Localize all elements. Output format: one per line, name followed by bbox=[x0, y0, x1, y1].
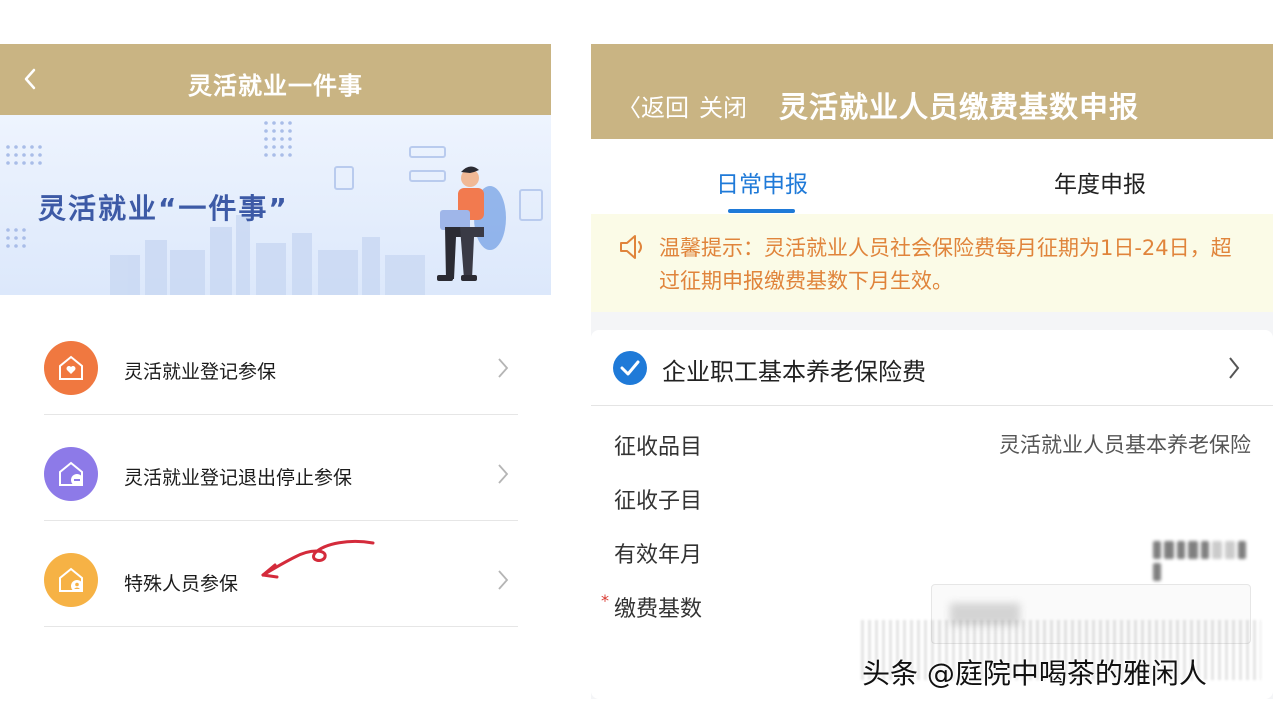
chevron-right-icon bbox=[498, 570, 509, 590]
page-title: 灵活就业一件事 bbox=[188, 72, 363, 100]
notice-banner: 温馨提示：灵活就业人员社会保险费每月征期为1日-24日，超过征期申报缴费基数下月… bbox=[591, 214, 1273, 312]
tab-bar: 日常申报 年度申报 bbox=[591, 139, 1273, 214]
speaker-icon bbox=[620, 235, 642, 259]
effective-month-value-redacted bbox=[1153, 541, 1251, 581]
tab-annual[interactable]: 年度申报 bbox=[1054, 165, 1146, 199]
house-person-icon bbox=[44, 553, 98, 607]
back-button[interactable]: 〈返回 bbox=[617, 88, 689, 123]
insurance-type-selector[interactable]: 企业职工基本养老保险费 bbox=[591, 330, 1273, 406]
screenshot-root: 灵活就业一件事 灵活就业“一件事” 灵活就业登记参保 灵活就业登记退出停止参保 … bbox=[0, 0, 1278, 709]
page-title: 灵活就业人员缴费基数申报 bbox=[779, 90, 1140, 124]
field-value-collection-item: 灵活就业人员基本养老保险 bbox=[999, 433, 1251, 457]
chevron-right-icon bbox=[498, 464, 509, 484]
field-label-collection-subitem: 征收子目 bbox=[614, 489, 703, 514]
house-heart-icon bbox=[44, 341, 98, 395]
close-button[interactable]: 关闭 bbox=[699, 88, 747, 123]
menu-item-register-insurance[interactable]: 灵活就业登记参保 bbox=[44, 309, 518, 415]
chevron-right-icon bbox=[1229, 357, 1240, 379]
banner-text: 灵活就业“一件事” bbox=[38, 192, 289, 225]
field-label-collection-item: 征收品目 bbox=[614, 435, 703, 460]
watermark: 头条 @庭院中喝茶的雅闲人 bbox=[862, 657, 1207, 690]
menu-item-label: 灵活就业登记退出停止参保 bbox=[124, 467, 353, 489]
required-marker: * bbox=[601, 591, 609, 610]
checkmark-icon bbox=[613, 351, 647, 385]
insurance-card: 企业职工基本养老保险费 征收品目 灵活就业人员基本养老保险 征收子目 有效年月 … bbox=[591, 330, 1273, 699]
banner: 灵活就业“一件事” bbox=[0, 115, 551, 295]
insurance-type-title: 企业职工基本养老保险费 bbox=[662, 358, 926, 386]
menu-item-exit-insurance[interactable]: 灵活就业登记退出停止参保 bbox=[44, 415, 518, 521]
red-arrow-annotation bbox=[261, 539, 375, 579]
menu-item-label: 特殊人员参保 bbox=[124, 573, 239, 595]
notice-text: 温馨提示：灵活就业人员社会保险费每月征期为1日-24日，超过征期申报缴费基数下月… bbox=[659, 236, 1232, 293]
right-header: 〈返回 关闭 灵活就业人员缴费基数申报 bbox=[591, 44, 1273, 139]
field-label-text: 缴费基数 bbox=[614, 597, 703, 622]
tab-daily[interactable]: 日常申报 bbox=[716, 165, 808, 199]
active-tab-indicator bbox=[728, 209, 795, 213]
chevron-right-icon bbox=[498, 358, 509, 378]
house-minus-icon bbox=[44, 447, 98, 501]
right-phone-screen: 〈返回 关闭 灵活就业人员缴费基数申报 日常申报 年度申报 温馨提示：灵活就业人… bbox=[591, 44, 1273, 699]
field-label-contribution-base: * 缴费基数 bbox=[601, 591, 703, 623]
field-label-effective-month: 有效年月 bbox=[614, 543, 703, 568]
menu-item-label: 灵活就业登记参保 bbox=[124, 361, 277, 383]
left-header: 灵活就业一件事 bbox=[0, 44, 551, 115]
